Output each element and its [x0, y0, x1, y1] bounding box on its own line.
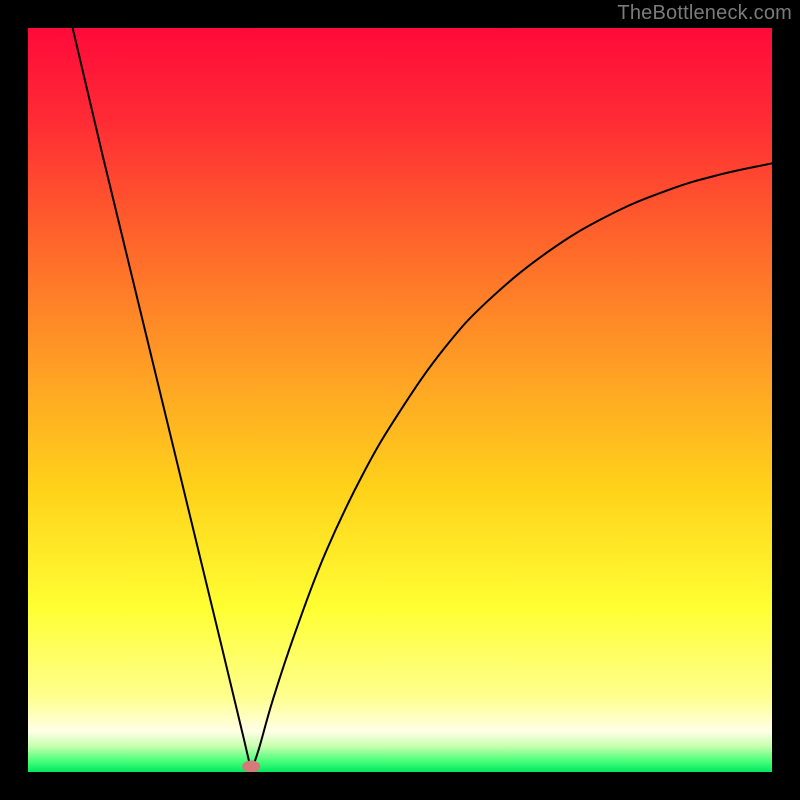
minimum-marker	[242, 761, 260, 772]
chart-svg	[28, 28, 772, 772]
watermark-text: TheBottleneck.com	[617, 2, 792, 25]
chart-frame: TheBottleneck.com	[0, 0, 800, 800]
plot-area	[28, 28, 772, 772]
gradient-background	[28, 28, 772, 772]
